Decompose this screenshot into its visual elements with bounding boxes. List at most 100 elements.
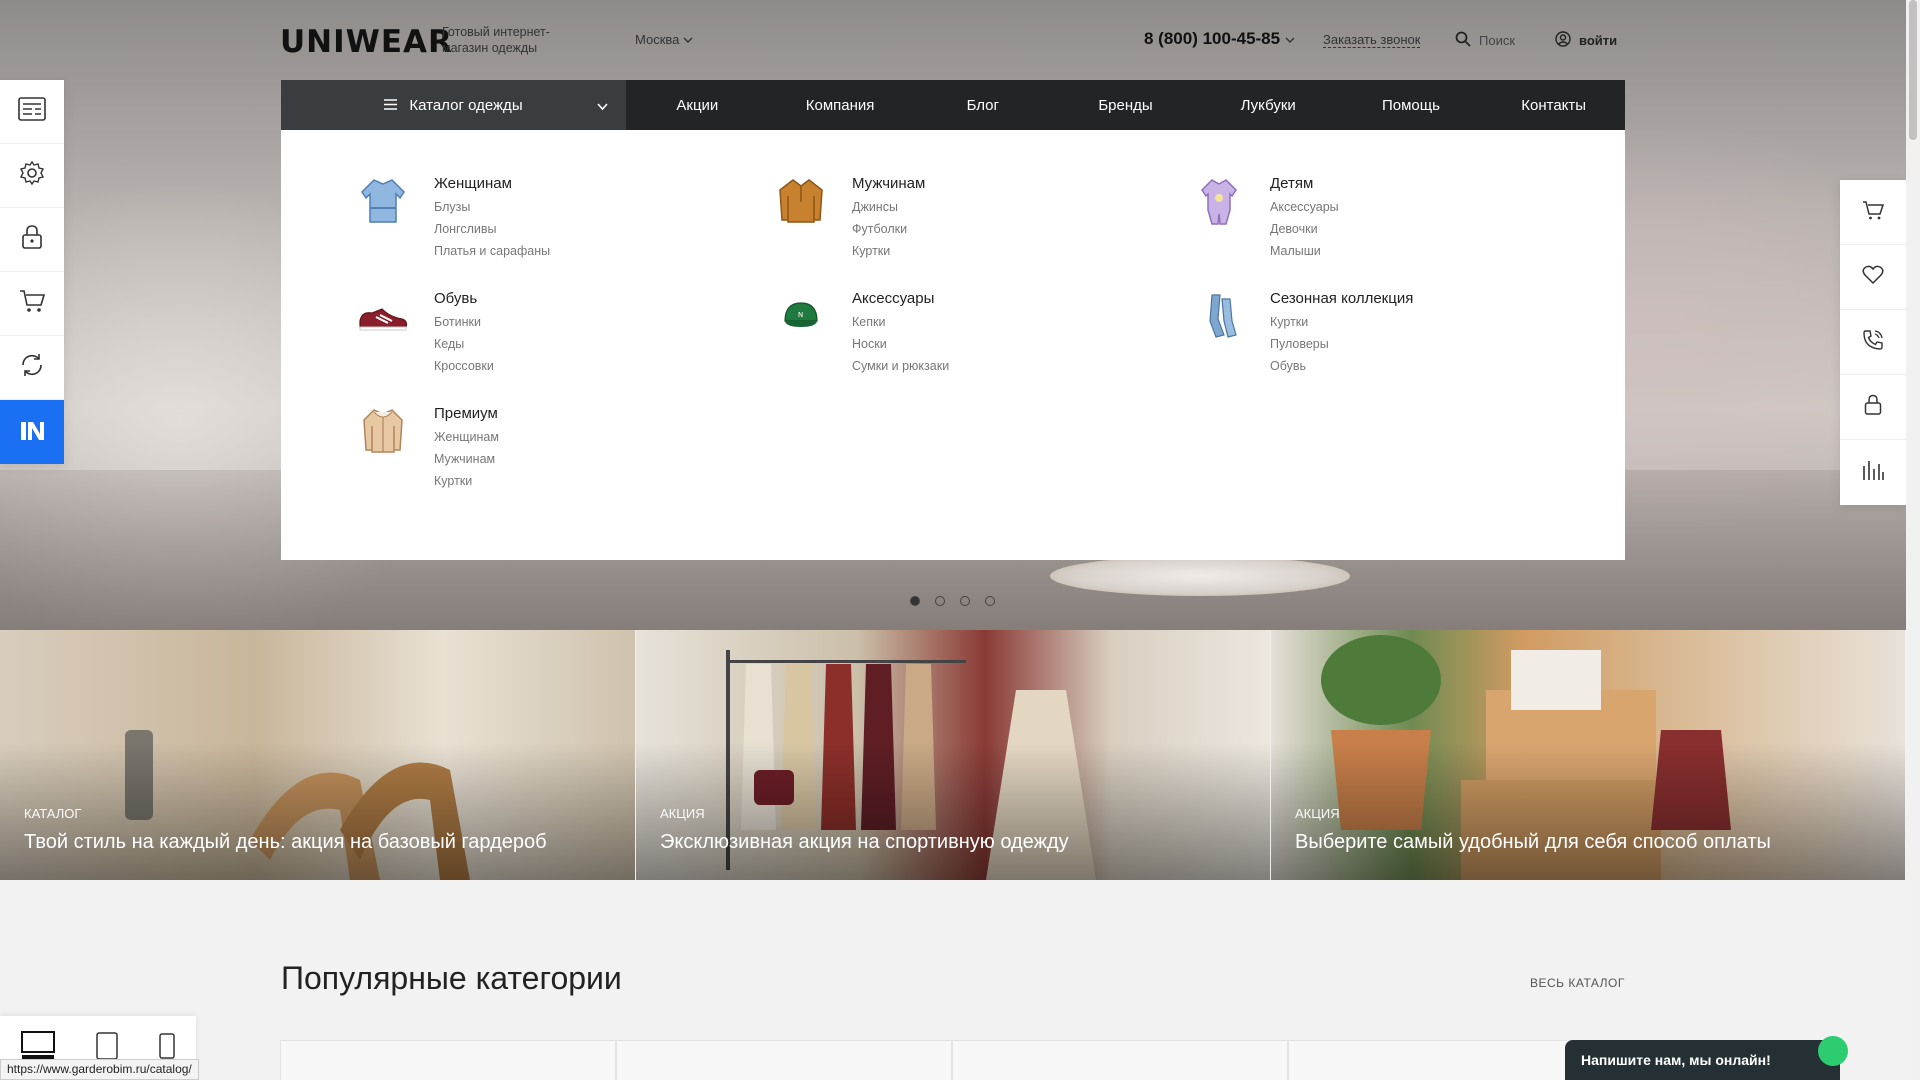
- subcategory-link[interactable]: Женщинам: [434, 430, 499, 444]
- subcategory-link[interactable]: Блузы: [434, 200, 470, 214]
- subcategory-link[interactable]: Аксессуары: [1270, 200, 1339, 214]
- category-title[interactable]: Женщинам: [434, 175, 512, 192]
- nav-item-lookbooks[interactable]: Лукбуки: [1197, 97, 1340, 114]
- category-title[interactable]: Аксессуары: [852, 290, 934, 307]
- cart-button[interactable]: [1840, 180, 1906, 245]
- lock-icon: [21, 224, 43, 255]
- subcategory-link[interactable]: Джинсы: [852, 200, 898, 214]
- compare-button[interactable]: [1840, 440, 1906, 505]
- cart-button[interactable]: [0, 272, 64, 336]
- subcategory-link[interactable]: Сумки и рюкзаки: [852, 359, 949, 373]
- login-label: войти: [1579, 33, 1618, 48]
- callback-link[interactable]: Заказать звонок: [1323, 32, 1421, 48]
- promo-banner[interactable]: АКЦИЯ Выберите самый удобный для себя сп…: [1270, 630, 1905, 880]
- subcategory-link[interactable]: Обувь: [1270, 359, 1306, 373]
- category-card[interactable]: [280, 1040, 616, 1080]
- promo-title[interactable]: Выберите самый удобный для себя способ о…: [1295, 831, 1771, 854]
- baby-romper-icon[interactable]: [1190, 172, 1248, 230]
- callback-button[interactable]: [1840, 310, 1906, 375]
- chat-label: Напишите нам, мы онлайн!: [1581, 1052, 1771, 1068]
- hero-table: [1050, 556, 1350, 596]
- nav-item-help[interactable]: Помощь: [1340, 97, 1483, 114]
- all-catalog-link[interactable]: ВЕСЬ КАТАЛОГ: [1530, 976, 1625, 990]
- promo-title[interactable]: Твой стиль на каждый день: акция на базо…: [24, 831, 547, 854]
- category-women: Женщинам Блузы Лонгсливы Платья и сарафа…: [354, 172, 754, 282]
- city-selector[interactable]: Москва: [635, 32, 693, 47]
- scarf-icon[interactable]: [1190, 287, 1248, 345]
- left-toolbar: [0, 80, 64, 464]
- category-title[interactable]: Сезонная коллекция: [1270, 290, 1413, 307]
- lock-icon: [1864, 394, 1882, 421]
- category-card[interactable]: [952, 1040, 1288, 1080]
- main-nav: Каталог одежды Акции Компания Блог Бренд…: [281, 80, 1625, 130]
- search-label: Поиск: [1479, 33, 1516, 48]
- phone-number[interactable]: 8 (800) 100-45-85: [1144, 29, 1295, 49]
- slider-dot[interactable]: [935, 596, 945, 606]
- category-seasonal: Сезонная коллекция Куртки Пуловеры Обувь: [1190, 287, 1590, 397]
- cart-icon: [1862, 200, 1885, 225]
- nav-item-contacts[interactable]: Контакты: [1482, 97, 1625, 114]
- category-title[interactable]: Мужчинам: [852, 175, 925, 192]
- search-icon: [1455, 31, 1471, 50]
- search-button[interactable]: Поиск: [1455, 31, 1515, 50]
- page-scrollbar[interactable]: [1906, 0, 1920, 1080]
- slider-dot[interactable]: [960, 596, 970, 606]
- nav-item-blog[interactable]: Блог: [911, 97, 1054, 114]
- lock-button[interactable]: [0, 208, 64, 272]
- status-bar-url: https://www.garderobim.ru/catalog/: [0, 1059, 199, 1080]
- subcategory-link[interactable]: Лонгсливы: [434, 222, 497, 236]
- subcategory-link[interactable]: Куртки: [434, 474, 472, 488]
- category-title[interactable]: Обувь: [434, 290, 477, 307]
- login-button[interactable]: войти: [1555, 31, 1617, 50]
- subcategory-link[interactable]: Мужчинам: [434, 452, 495, 466]
- category-kids: Детям Аксессуары Девочки Малыши: [1190, 172, 1590, 282]
- subcategory-link[interactable]: Платья и сарафаны: [434, 244, 550, 258]
- favorites-button[interactable]: [1840, 245, 1906, 310]
- logo[interactable]: UNIWEAR: [280, 24, 453, 60]
- promo-tag: АКЦИЯ: [660, 806, 705, 821]
- subcategory-link[interactable]: Кроссовки: [434, 359, 494, 373]
- nav-item-promos[interactable]: Акции: [626, 97, 769, 114]
- layout-button[interactable]: [0, 80, 64, 144]
- sweater-icon[interactable]: [772, 172, 830, 230]
- subcategory-link[interactable]: Футболки: [852, 222, 907, 236]
- settings-button[interactable]: [0, 144, 64, 208]
- subcategory-link[interactable]: Девочки: [1270, 222, 1318, 236]
- subcategory-link[interactable]: Пуловеры: [1270, 337, 1329, 351]
- heart-icon: [1862, 265, 1884, 290]
- promo-banner[interactable]: КАТАЛОГ Твой стиль на каждый день: акция…: [0, 630, 635, 880]
- cap-icon[interactable]: N: [772, 287, 830, 345]
- city-label: Москва: [635, 32, 680, 47]
- sneaker-icon[interactable]: [354, 287, 412, 345]
- chevron-down-icon: [1285, 29, 1295, 48]
- subcategory-link[interactable]: Куртки: [852, 244, 890, 258]
- subcategory-link[interactable]: Малыши: [1270, 244, 1321, 258]
- subcategory-link[interactable]: Ботинки: [434, 315, 481, 329]
- subcategory-link[interactable]: Кеды: [434, 337, 464, 351]
- refresh-icon: [19, 352, 45, 383]
- promo-tag: АКЦИЯ: [1295, 806, 1340, 821]
- subcategory-link[interactable]: Носки: [852, 337, 887, 351]
- subcategory-link[interactable]: Кепки: [852, 315, 885, 329]
- slider-dot[interactable]: [910, 596, 920, 606]
- nav-item-company[interactable]: Компания: [769, 97, 912, 114]
- slider-pagination: [910, 596, 995, 606]
- catalog-label: Каталог одежды: [409, 96, 523, 114]
- category-title[interactable]: Детям: [1270, 175, 1313, 192]
- slider-dot[interactable]: [985, 596, 995, 606]
- chat-widget[interactable]: Напишите нам, мы онлайн!: [1565, 1036, 1848, 1080]
- promo-banner[interactable]: АКЦИЯ Эксклюзивная акция на спортивную о…: [635, 630, 1270, 880]
- catalog-menu-button[interactable]: Каталог одежды: [281, 80, 626, 130]
- nav-item-brands[interactable]: Бренды: [1054, 97, 1197, 114]
- category-title[interactable]: Премиум: [434, 405, 498, 422]
- promo-title[interactable]: Эксклюзивная акция на спортивную одежду: [660, 831, 1069, 854]
- phone-icon: [1862, 329, 1884, 356]
- account-button[interactable]: [1840, 375, 1906, 440]
- category-card[interactable]: [616, 1040, 952, 1080]
- blouse-icon[interactable]: [354, 172, 412, 230]
- brand-button[interactable]: [0, 400, 64, 464]
- jacket-icon[interactable]: [354, 402, 412, 460]
- sync-button[interactable]: [0, 336, 64, 400]
- subcategory-link[interactable]: Куртки: [1270, 315, 1308, 329]
- scrollbar-thumb[interactable]: [1909, 0, 1917, 140]
